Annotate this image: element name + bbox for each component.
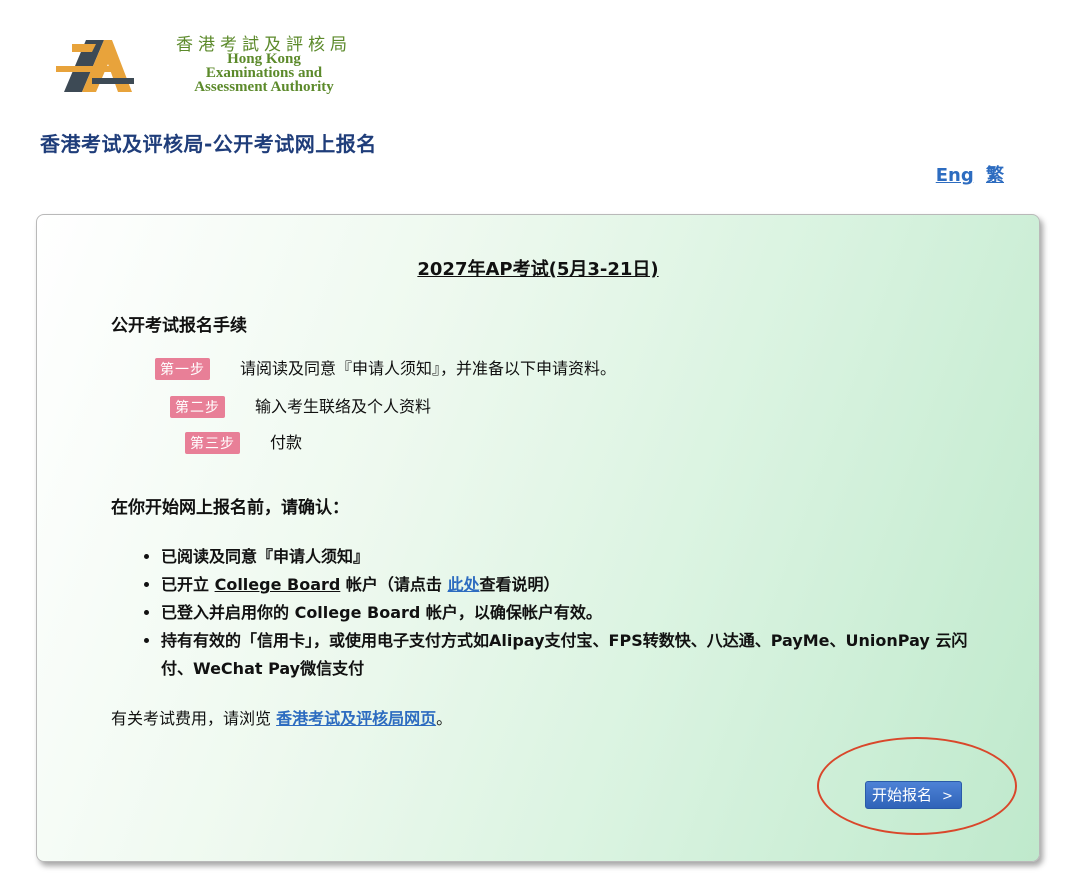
checklist-item: 持有有效的「信用卡」，或使用电子支付方式如Alipay支付宝、FPS转数快、八达… (161, 627, 981, 683)
hkeaa-logo: 香港考試及評核局 Hong Kong Examinations and Asse… (52, 28, 352, 100)
step-text: 请阅读及同意『申请人须知』，并准备以下申请资料。 (240, 359, 617, 378)
step-1: 第一步 请阅读及同意『申请人须知』，并准备以下申请资料。 (155, 355, 616, 380)
confirm-heading: 在你开始网上报名前，请确认： (111, 498, 349, 518)
step-badge: 第二步 (170, 396, 225, 418)
hkeaa-emblem-icon (56, 40, 134, 92)
logo-english-line: Hong Kong (227, 51, 301, 67)
fees-note: 有关考试费用，请浏览 香港考试及评核局网页。 (111, 709, 453, 728)
procedure-heading: 公开考试报名手续 (111, 316, 247, 336)
checklist-item: 已开立 College Board 帐户（请点击 此处查看说明） (161, 571, 981, 599)
checklist: 已阅读及同意『申请人须知』 已开立 College Board 帐户（请点击 此… (133, 543, 981, 683)
step-text: 付款 (270, 433, 303, 452)
step-text: 输入考生联络及个人资料 (255, 397, 432, 416)
page-title: 香港考试及评核局-公开考试网上报名 (40, 132, 377, 156)
step-badge: 第三步 (185, 432, 240, 454)
traditional-chinese-link[interactable]: 繁 (986, 165, 1004, 186)
step-2: 第二步 输入考生联络及个人资料 (170, 393, 431, 418)
step-badge: 第一步 (155, 358, 210, 380)
registration-card: 2027年AP考试(5月3-21日) 公开考试报名手续 第一步 请阅读及同意『申请… (36, 214, 1040, 862)
language-switcher: Eng 繁 (930, 161, 1004, 187)
logo-english-name: Hong Kong Examinations and Assessment Au… (144, 51, 384, 95)
instructions-here-link[interactable]: 此处 (448, 575, 480, 594)
logo-english-line: Assessment Authority (194, 79, 334, 95)
college-board-link[interactable]: College Board (215, 575, 341, 594)
checklist-item: 已阅读及同意『申请人须知』 (161, 543, 981, 571)
logo-english-line: Examinations and (205, 65, 323, 81)
chevron-right-icon: > (942, 789, 953, 804)
hkeaa-website-link[interactable]: 香港考试及评核局网页 (276, 709, 436, 728)
checklist-item: 已登入并启用你的 College Board 帐户，以确保帐户有效。 (161, 599, 981, 627)
start-registration-button[interactable]: 开始报名 > (865, 781, 962, 809)
start-button-label: 开始报名 (872, 786, 933, 804)
exam-title: 2027年AP考试(5月3-21日) (417, 259, 659, 280)
english-language-link[interactable]: Eng (936, 165, 974, 186)
step-3: 第三步 付款 (185, 429, 302, 454)
